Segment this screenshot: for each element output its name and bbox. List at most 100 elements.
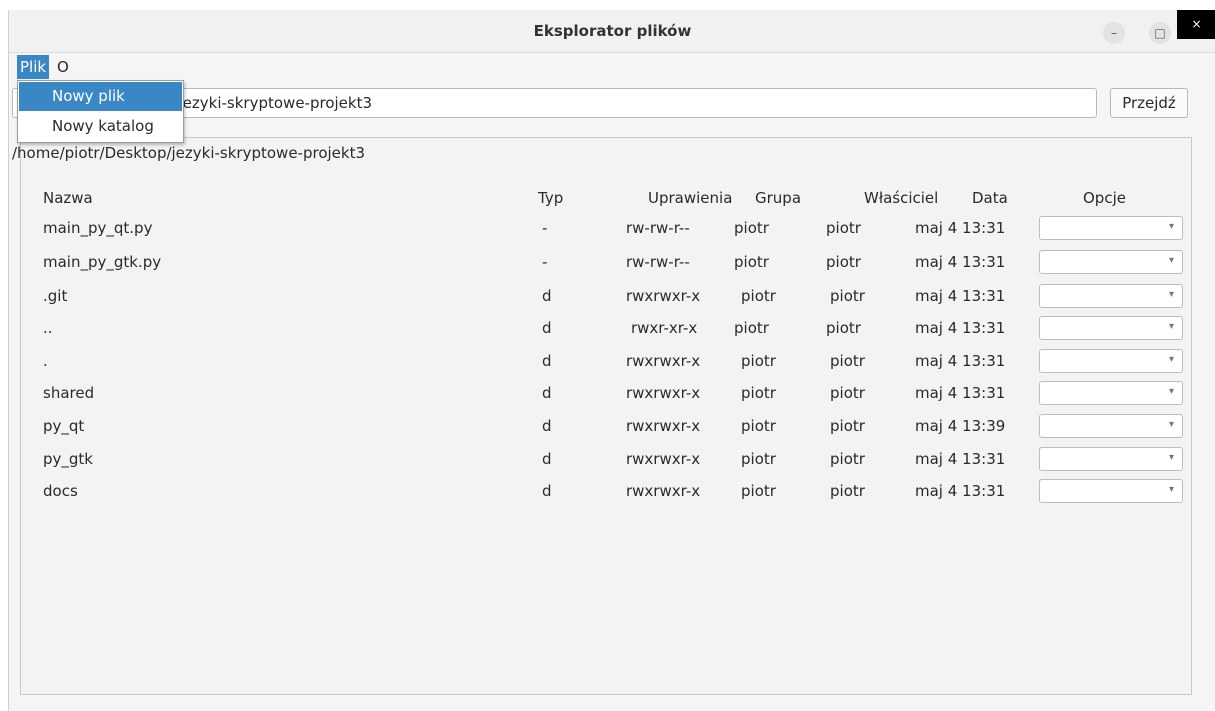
options-select[interactable]: ▾	[1039, 316, 1183, 340]
cell-owner: piotr	[830, 417, 865, 435]
header-date: Data	[972, 189, 1008, 207]
cell-date: maj 4 13:31	[915, 482, 1006, 500]
cell-date: maj 4 13:31	[915, 219, 1006, 237]
table-row[interactable]: .git d rwxrwxr-x piotr piotr maj 4 13:31…	[21, 280, 1189, 312]
chevron-down-icon: ▾	[1168, 321, 1174, 332]
window-title: Eksplorator plików	[533, 22, 692, 40]
title-bar: Eksplorator plików – □ ×	[9, 10, 1215, 53]
chevron-down-icon: ▾	[1168, 484, 1174, 495]
cell-owner: piotr	[826, 253, 861, 271]
header-name: Nazwa	[43, 189, 93, 207]
options-select[interactable]: ▾	[1039, 349, 1183, 373]
table-row[interactable]: . d rwxrwxr-x piotr piotr maj 4 13:31 ▾	[21, 345, 1189, 377]
cell-owner: piotr	[830, 482, 865, 500]
cell-permissions: rw-rw-r--	[626, 219, 690, 237]
menu-item-new-folder[interactable]: Nowy katalog	[19, 112, 182, 141]
cell-name: main_py_qt.py	[43, 219, 153, 237]
cell-permissions: rw-rw-r--	[626, 253, 690, 271]
cell-type: d	[542, 287, 552, 305]
options-select[interactable]: ▾	[1039, 381, 1183, 405]
cell-type: -	[542, 219, 548, 237]
cell-group: piotr	[741, 384, 776, 402]
chevron-down-icon: ▾	[1168, 221, 1174, 232]
cell-group: piotr	[741, 450, 776, 468]
options-select[interactable]: ▾	[1039, 479, 1183, 503]
minimize-button[interactable]: –	[1103, 22, 1125, 44]
table-row[interactable]: shared d rwxrwxr-x piotr piotr maj 4 13:…	[21, 377, 1189, 409]
cell-group: piotr	[741, 352, 776, 370]
cell-permissions: rwxr-xr-x	[631, 319, 698, 337]
chevron-down-icon: ▾	[1168, 452, 1174, 463]
chevron-down-icon: ▾	[1168, 255, 1174, 266]
chevron-down-icon: ▾	[1168, 419, 1174, 430]
cell-group: piotr	[741, 482, 776, 500]
cell-type: d	[542, 319, 552, 337]
cell-name: py_qt	[43, 417, 85, 435]
cell-permissions: rwxrwxr-x	[626, 417, 701, 435]
table-row[interactable]: main_py_qt.py - rw-rw-r-- piotr piotr ma…	[21, 212, 1189, 244]
header-type: Typ	[538, 189, 564, 207]
cell-group: piotr	[734, 319, 769, 337]
header-options: Opcje	[1083, 189, 1126, 207]
menu-item-new-file[interactable]: Nowy plik	[19, 82, 182, 111]
chevron-down-icon: ▾	[1168, 354, 1174, 365]
table-row[interactable]: py_qt d rwxrwxr-x piotr piotr maj 4 13:3…	[21, 410, 1189, 442]
cell-owner: piotr	[830, 450, 865, 468]
options-select[interactable]: ▾	[1039, 447, 1183, 471]
cell-group: piotr	[734, 219, 769, 237]
cell-owner: piotr	[830, 352, 865, 370]
cell-name: shared	[43, 384, 95, 402]
maximize-button[interactable]: □	[1149, 22, 1171, 44]
cell-type: d	[542, 482, 552, 500]
options-select[interactable]: ▾	[1039, 414, 1183, 438]
cell-permissions: rwxrwxr-x	[626, 482, 701, 500]
options-select[interactable]: ▾	[1039, 216, 1183, 240]
menu-about[interactable]: O aplikacji	[54, 55, 121, 100]
cell-date: maj 4 13:31	[915, 352, 1006, 370]
cell-type: -	[542, 253, 548, 271]
cell-type: d	[542, 384, 552, 402]
cell-date: maj 4 13:39	[915, 417, 1006, 435]
header-owner: Właściciel	[864, 189, 939, 207]
cell-date: maj 4 13:31	[915, 450, 1006, 468]
table-row[interactable]: py_gtk d rwxrwxr-x piotr piotr maj 4 13:…	[21, 443, 1189, 475]
cell-permissions: rwxrwxr-x	[626, 352, 701, 370]
current-path-label: /home/piotr/Desktop/jezyki-skryptowe-pro…	[12, 144, 366, 162]
cell-name: .	[43, 352, 48, 370]
chevron-down-icon: ▾	[1168, 289, 1174, 300]
cell-date: maj 4 13:31	[915, 287, 1006, 305]
go-button[interactable]: Przejdź	[1110, 88, 1188, 118]
cell-date: maj 4 13:31	[915, 319, 1006, 337]
options-select[interactable]: ▾	[1039, 284, 1183, 308]
cell-date: maj 4 13:31	[915, 253, 1006, 271]
cell-type: d	[542, 450, 552, 468]
cell-owner: piotr	[826, 219, 861, 237]
table-row[interactable]: .. d rwxr-xr-x piotr piotr maj 4 13:31 ▾	[21, 312, 1189, 344]
options-select[interactable]: ▾	[1039, 250, 1183, 274]
cell-name: ..	[43, 319, 53, 337]
header-group: Grupa	[755, 189, 802, 207]
close-button[interactable]: ×	[1177, 10, 1215, 39]
cell-permissions: rwxrwxr-x	[626, 450, 701, 468]
cell-owner: piotr	[826, 319, 861, 337]
cell-name: .git	[43, 287, 68, 305]
chevron-down-icon: ▾	[1168, 386, 1174, 397]
cell-permissions: rwxrwxr-x	[626, 287, 701, 305]
cell-owner: piotr	[830, 384, 865, 402]
cell-type: d	[542, 417, 552, 435]
table-row[interactable]: main_py_gtk.py - rw-rw-r-- piotr piotr m…	[21, 246, 1189, 278]
cell-date: maj 4 13:31	[915, 384, 1006, 402]
cell-name: py_gtk	[43, 450, 93, 468]
cell-group: piotr	[741, 287, 776, 305]
cell-group: piotr	[734, 253, 769, 271]
cell-name: docs	[43, 482, 78, 500]
header-permissions: Uprawienia	[648, 189, 733, 207]
cell-group: piotr	[741, 417, 776, 435]
cell-name: main_py_gtk.py	[43, 253, 162, 271]
menu-file[interactable]: Plik	[17, 55, 50, 79]
file-menu-dropdown: Nowy plik Nowy katalog	[17, 80, 184, 143]
cell-permissions: rwxrwxr-x	[626, 384, 701, 402]
table-row[interactable]: docs d rwxrwxr-x piotr piotr maj 4 13:31…	[21, 475, 1189, 507]
cell-type: d	[542, 352, 552, 370]
cell-owner: piotr	[830, 287, 865, 305]
